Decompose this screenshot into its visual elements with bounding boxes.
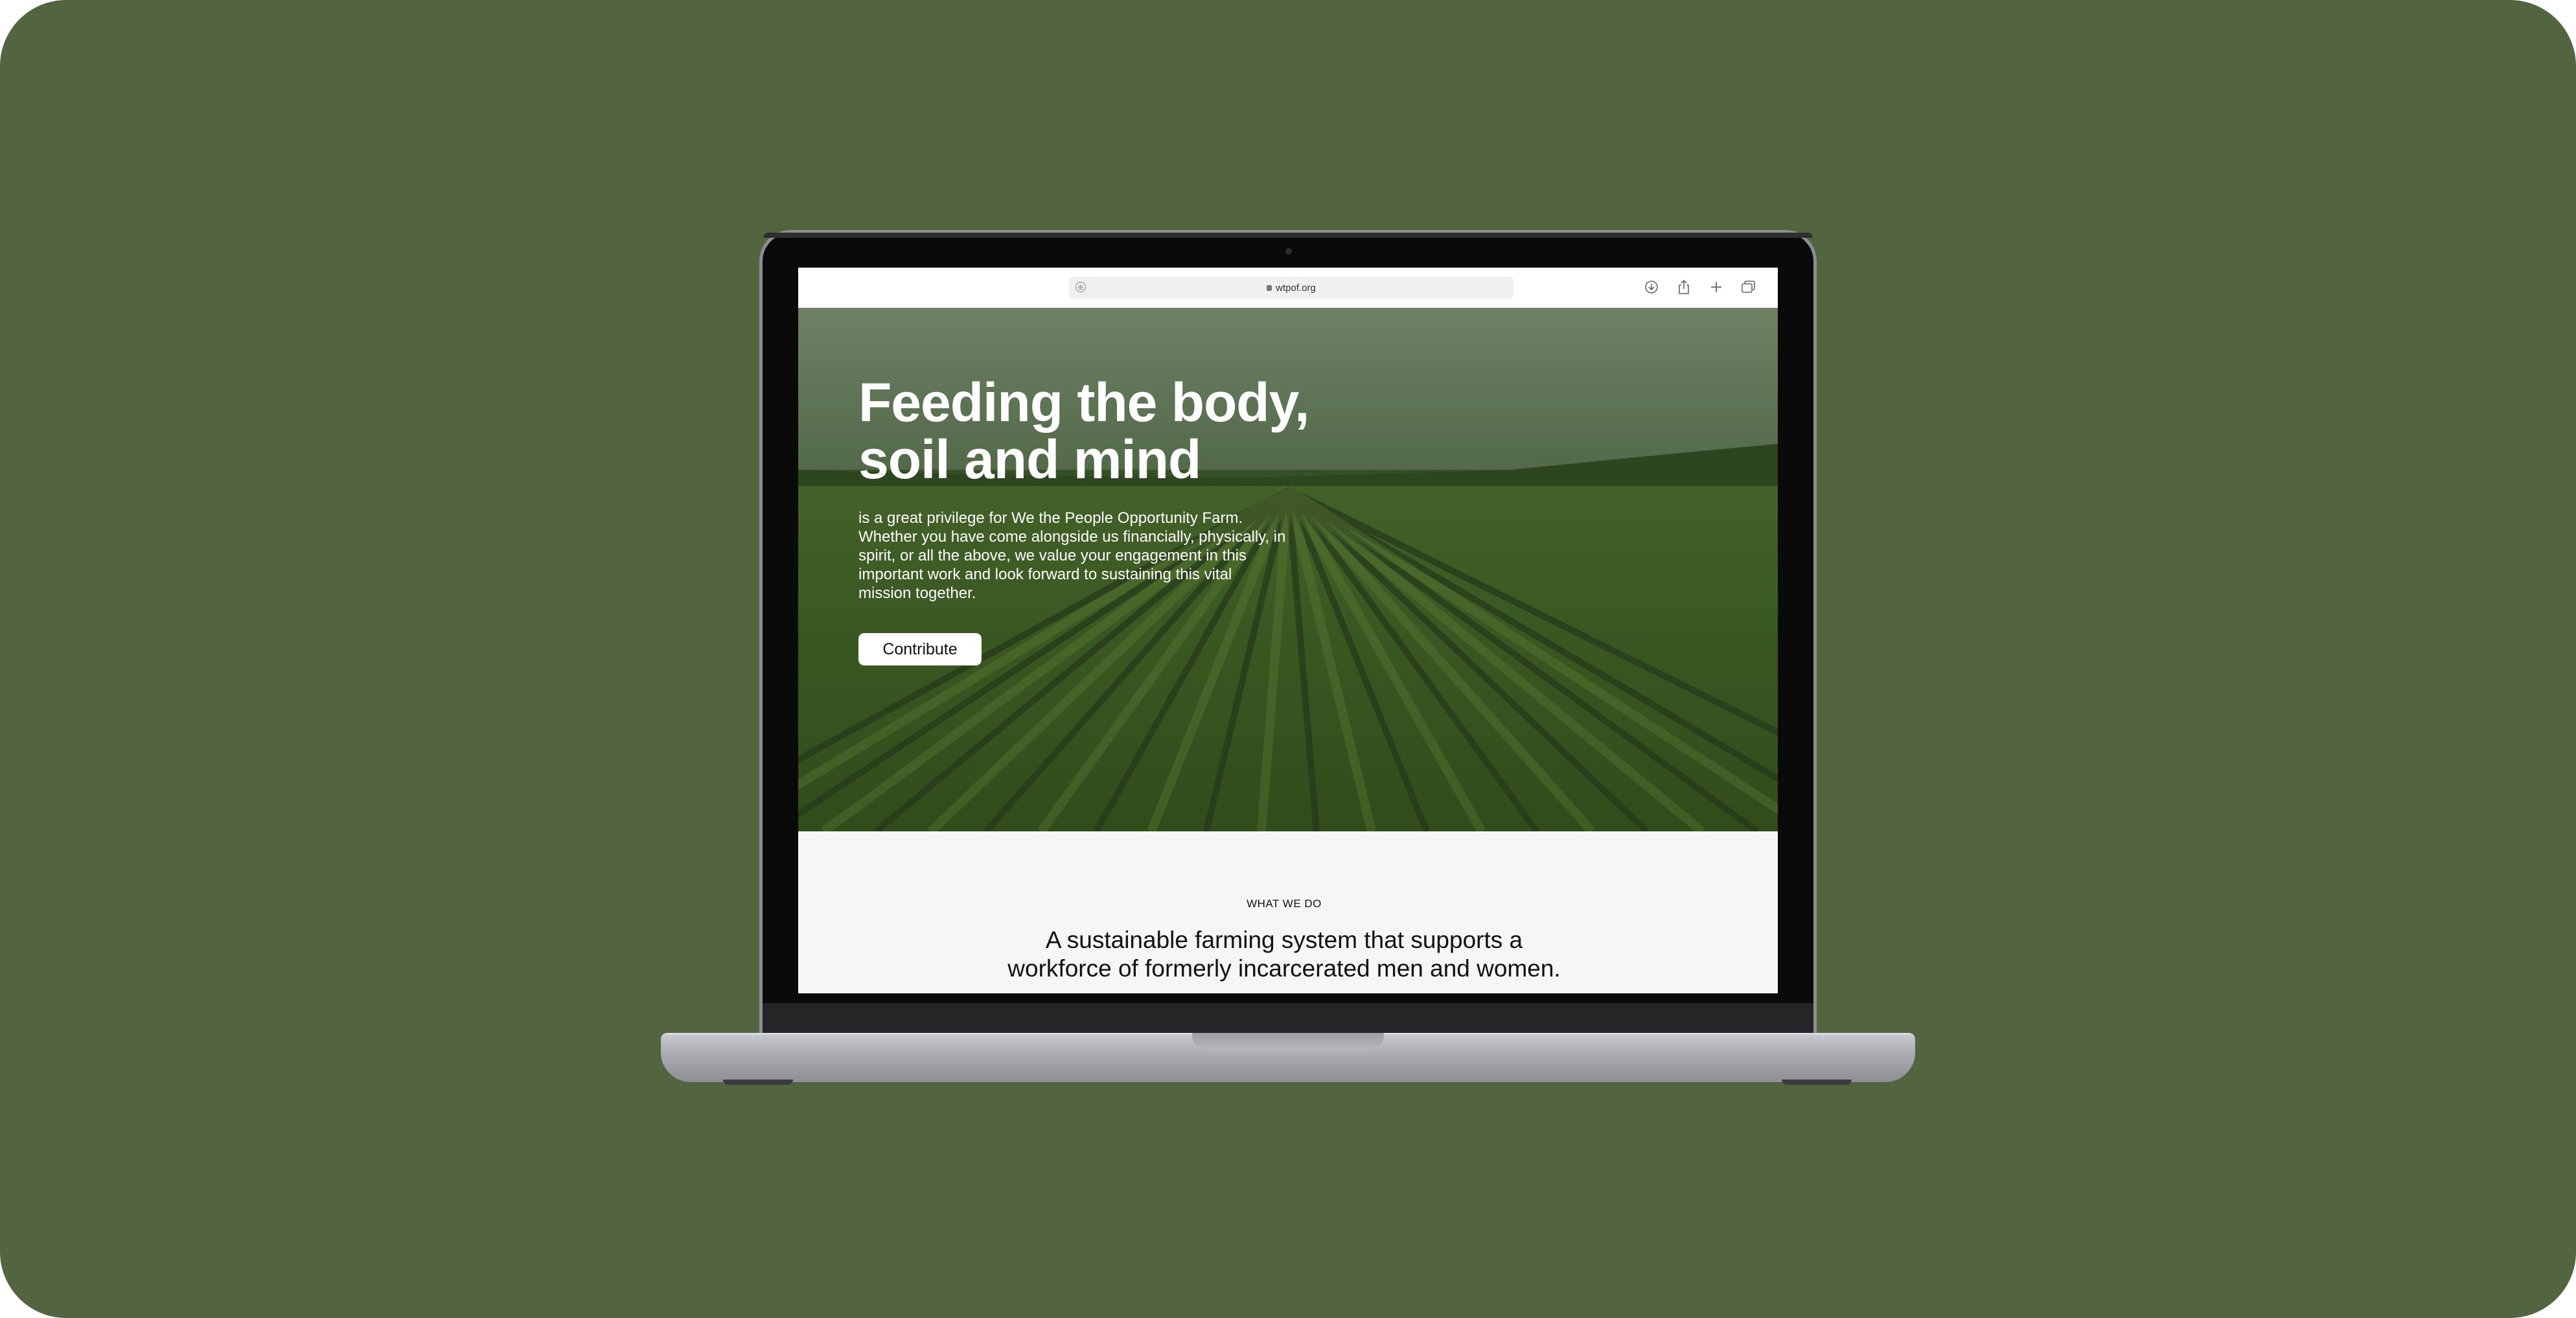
- section-title-line-2: workforce of formerly incarcerated men a…: [1007, 955, 1561, 982]
- tabs-overview-icon[interactable]: [1740, 278, 1757, 296]
- section-title: A sustainable farming system that suppor…: [960, 926, 1608, 983]
- url-text: wtpof.org: [1276, 282, 1316, 294]
- lock-icon: [1267, 284, 1272, 291]
- hero-title-line-1: Feeding the body,: [858, 372, 1309, 433]
- what-we-do-section: WHAT WE DO A sustainable farming system …: [798, 831, 1778, 993]
- toolbar-actions: [1643, 278, 1757, 296]
- laptop-lid-edge: [763, 233, 1813, 238]
- share-icon[interactable]: [1675, 278, 1692, 296]
- hero-description: is a great privilege for We the People O…: [858, 509, 1286, 602]
- address-site-icon[interactable]: ⊕: [1075, 282, 1086, 292]
- laptop-opening-notch: [1192, 1033, 1384, 1050]
- background-canvas: ⊕ wtpof.org Feeding the body, soil and m…: [0, 0, 2576, 1318]
- laptop-foot-left: [723, 1080, 793, 1085]
- laptop-screen: ⊕ wtpof.org Feeding the body, soil and m…: [798, 268, 1778, 993]
- address-bar[interactable]: ⊕ wtpof.org: [1069, 277, 1513, 299]
- browser-toolbar: ⊕ wtpof.org: [798, 268, 1778, 308]
- hero-title: Feeding the body, soil and mind: [858, 374, 1351, 488]
- download-icon[interactable]: [1643, 278, 1660, 296]
- section-eyebrow: WHAT WE DO: [1247, 897, 1322, 910]
- section-title-line-1: A sustainable farming system that suppor…: [1045, 927, 1523, 953]
- new-tab-icon[interactable]: [1708, 278, 1725, 296]
- hero-section: Feeding the body, soil and mind is a gre…: [798, 308, 1778, 831]
- laptop-lid-bezel-bottom: [763, 1003, 1813, 1034]
- camera-icon: [1285, 248, 1292, 255]
- contribute-button[interactable]: Contribute: [858, 633, 982, 665]
- laptop-foot-right: [1782, 1080, 1852, 1085]
- hero-title-line-2: soil and mind: [858, 429, 1201, 490]
